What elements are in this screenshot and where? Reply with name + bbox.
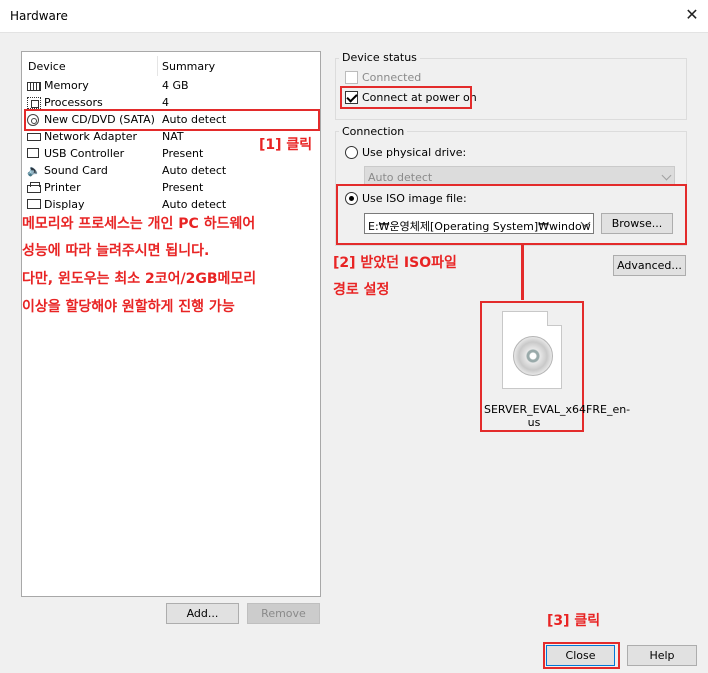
annotation-note-line: 다만, 윈도우는 최소 2코어/2GB메모리 <box>22 271 257 287</box>
disc-icon <box>513 336 553 376</box>
device-list[interactable]: Device Summary Memory 4 GB Processors 4 … <box>21 51 321 597</box>
annotation-note-line: 성능에 따라 늘려주시면 됩니다. <box>22 243 210 259</box>
device-name: USB Controller <box>44 147 125 160</box>
device-name: Printer <box>44 181 81 194</box>
annotation-note-line: 이상을 할당해야 원할하게 진행 가능 <box>22 299 235 315</box>
advanced-button[interactable]: Advanced... <box>613 255 686 276</box>
device-summary: Present <box>162 147 204 160</box>
annotation-highlight-connect-power <box>340 86 472 109</box>
column-device[interactable]: Device <box>28 60 66 73</box>
device-name: Sound Card <box>44 164 108 177</box>
device-summary: Present <box>162 181 204 194</box>
column-summary[interactable]: Summary <box>162 60 215 73</box>
annotation-note-line: 메모리와 프로세스는 개인 PC 하드웨어 <box>22 216 256 232</box>
iso-file-thumbnail: SERVER_EVAL_x64FRE_en-us <box>480 301 631 432</box>
network-adapter-icon <box>27 133 41 141</box>
iso-file-name: SERVER_EVAL_x64FRE_en-us <box>484 403 631 429</box>
annotation-step1: [1] 클릭 <box>259 137 313 153</box>
iso-file-icon <box>502 311 562 389</box>
annotation-step2-sub: 경로 설정 <box>333 282 390 298</box>
column-separator <box>157 56 158 76</box>
device-name: Processors <box>44 96 103 109</box>
device-status-title: Device status <box>339 51 420 64</box>
device-list-header: Device Summary <box>22 52 320 78</box>
annotation-step3: [3] 클릭 <box>547 613 601 629</box>
device-row-display[interactable]: Display Auto detect <box>22 197 320 214</box>
device-summary: 4 GB <box>162 79 189 92</box>
device-summary: 4 <box>162 96 169 109</box>
device-name: Memory <box>44 79 89 92</box>
device-summary: Auto detect <box>162 164 227 177</box>
annotation-highlight-cd-dvd <box>24 109 320 131</box>
connected-label: Connected <box>362 71 422 84</box>
device-row-memory[interactable]: Memory 4 GB <box>22 78 320 95</box>
use-physical-drive-radio[interactable] <box>345 146 358 159</box>
physical-drive-value: Auto detect <box>368 171 433 184</box>
connection-title: Connection <box>339 125 408 138</box>
device-row-printer[interactable]: Printer Present <box>22 180 320 197</box>
display-icon <box>27 199 41 209</box>
add-device-button[interactable]: Add... <box>166 603 239 624</box>
annotation-highlight-iso <box>336 184 687 245</box>
device-name: Display <box>44 198 85 211</box>
use-physical-drive-label: Use physical drive: <box>362 146 467 159</box>
processor-icon <box>27 97 41 109</box>
connected-checkbox[interactable] <box>345 71 358 84</box>
annotation-connector <box>521 245 524 300</box>
usb-controller-icon <box>27 148 39 158</box>
device-summary: NAT <box>162 130 184 143</box>
chevron-down-icon <box>661 170 672 181</box>
device-name: Network Adapter <box>44 130 138 143</box>
sound-card-icon: 🔈 <box>27 164 41 177</box>
annotation-step2: [2] 받았던 ISO파일 <box>333 255 457 271</box>
device-summary: Auto detect <box>162 198 227 211</box>
memory-icon <box>27 82 41 91</box>
annotation-highlight-close <box>543 642 620 669</box>
help-button[interactable]: Help <box>627 645 697 666</box>
remove-device-button[interactable]: Remove <box>247 603 320 624</box>
physical-drive-select[interactable]: Auto detect <box>364 166 675 186</box>
device-row-sound-card[interactable]: 🔈 Sound Card Auto detect <box>22 163 320 180</box>
printer-icon <box>27 182 41 193</box>
window-title: Hardware <box>10 9 68 23</box>
title-bar: Hardware ✕ <box>0 0 708 33</box>
close-icon[interactable]: ✕ <box>683 6 701 24</box>
